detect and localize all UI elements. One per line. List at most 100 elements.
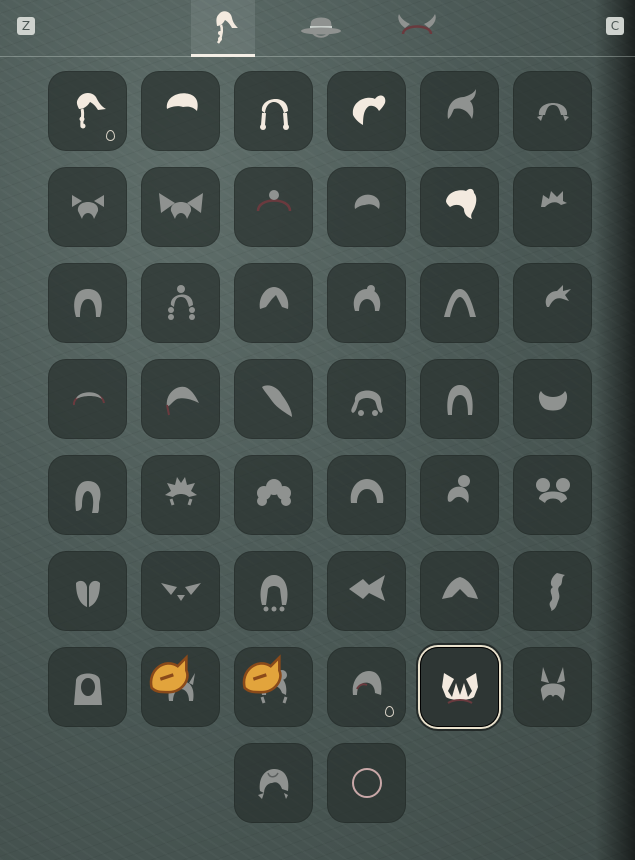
hairstyle-slot[interactable]: [141, 647, 220, 727]
hairstyle-slot[interactable]: [48, 167, 127, 247]
hairstyle-slot[interactable]: [513, 455, 592, 535]
hair-short-icon: [166, 93, 198, 111]
hairstyle-slot[interactable]: [327, 263, 406, 343]
hairstyle-slot[interactable]: [234, 71, 313, 151]
hairstyle-slot[interactable]: [513, 647, 592, 727]
hairstyle-grid: [48, 71, 592, 823]
tab-hat[interactable]: [289, 0, 353, 56]
hairstyle-slot[interactable]: [420, 455, 499, 535]
hairstyle-slot[interactable]: [327, 167, 406, 247]
hair-wild-icon: [545, 285, 571, 307]
next-tab-key-hint[interactable]: C: [606, 17, 624, 35]
hair-curly-icon: [350, 390, 383, 416]
hair-bob-parted-icon: [259, 287, 288, 309]
hairstyle-slot[interactable]: [234, 743, 313, 823]
hair-beard-icon: [538, 391, 567, 411]
hairstyle-slot[interactable]: [141, 71, 220, 151]
hair-twin-braids-icon: [259, 98, 289, 130]
hair-hijab-icon: [73, 673, 102, 705]
hair-ponytail-side-icon: [76, 93, 106, 129]
hair-bun-top-icon: [447, 475, 470, 503]
hair-cap-short-icon: [354, 194, 380, 209]
hairstyle-slot[interactable]: [48, 359, 127, 439]
hair-side-swept-icon: [447, 89, 476, 119]
hair-fluffy-icon: [256, 479, 291, 506]
hair-double-buns-icon: [535, 478, 570, 503]
hair-none-circle-icon: [351, 768, 382, 798]
hair-side-bang-icon: [165, 386, 199, 416]
hairstyle-slot[interactable]: [141, 455, 220, 535]
hat-tab-icon: [301, 17, 341, 38]
hair-split-icon: [75, 580, 100, 607]
hair-wavy-long-icon: [74, 481, 100, 513]
hair-spiky-icon: [540, 191, 567, 207]
hair-bunny-ears-icon: [540, 667, 565, 701]
hair-long-straight-icon: [443, 289, 476, 317]
hair-flame-icon: [164, 477, 197, 506]
hairstyle-slot[interactable]: [141, 167, 220, 247]
hair-round-icon: [350, 479, 383, 503]
hairstyle-slot[interactable]: [234, 551, 313, 631]
hairstyle-slot[interactable]: [141, 263, 220, 343]
hairstyle-slot[interactable]: [420, 359, 499, 439]
hairstyle-slot[interactable]: [513, 551, 592, 631]
hairstyle-slot[interactable]: [48, 647, 127, 727]
hair-wings-icon: [160, 583, 201, 601]
hair-bob-icon: [353, 285, 380, 311]
grid-spacer: [48, 743, 127, 823]
hair-braided-pigtails-icon: [167, 285, 195, 320]
hairstyle-slot[interactable]: [141, 359, 220, 439]
hairstyle-slot[interactable]: [48, 551, 127, 631]
hair-big-bows-icon: [158, 193, 203, 219]
hair-messy-icon: [257, 769, 288, 799]
tab-horns[interactable]: [385, 0, 449, 56]
hair-single-lock-icon: [261, 385, 292, 417]
hair-swoop-icon: [445, 188, 476, 219]
hairstyle-slot[interactable]: [513, 359, 592, 439]
hairstyle-slot[interactable]: [513, 167, 592, 247]
hairstyle-slot[interactable]: [420, 263, 499, 343]
event-badge-icon: [149, 654, 189, 694]
hairstyle-slot[interactable]: [420, 71, 499, 151]
hairstyle-slot[interactable]: [420, 167, 499, 247]
right-edge-shadow: [595, 0, 635, 860]
horns-tab-icon: [398, 14, 436, 35]
hairstyle-slot[interactable]: [327, 359, 406, 439]
hair-hood-icon: [441, 577, 478, 599]
hair-braid-icon: [549, 573, 565, 611]
hairstyle-slot[interactable]: [141, 551, 220, 631]
hairstyle-slot[interactable]: [513, 263, 592, 343]
hairstyle-slot[interactable]: [513, 71, 592, 151]
hairstyle-slot[interactable]: [327, 743, 406, 823]
hair-long-icon: [73, 289, 102, 317]
hairstyle-slot[interactable]: [234, 455, 313, 535]
prev-tab-key-hint[interactable]: Z: [17, 17, 35, 35]
hairstyle-slot[interactable]: [48, 263, 127, 343]
dye-drop-icon: [106, 130, 115, 141]
hair-thin-arc-icon: [72, 392, 105, 406]
hairstyle-slot[interactable]: [327, 71, 406, 151]
hairstyle-slot[interactable]: [234, 167, 313, 247]
hair-bows-icon: [71, 195, 104, 219]
hairstyle-slot[interactable]: [234, 263, 313, 343]
hairstyle-slot[interactable]: [327, 551, 406, 631]
hairstyle-slot[interactable]: [48, 455, 127, 535]
hairstyle-slot[interactable]: [420, 551, 499, 631]
grid-spacer: [141, 743, 220, 823]
hair-feather-icon: [441, 673, 478, 704]
hairstyle-slot[interactable]: [327, 647, 406, 727]
hairstyle-slot[interactable]: [234, 647, 313, 727]
tab-hair[interactable]: [191, 0, 255, 57]
hair-straight-shoulder-icon: [446, 385, 473, 415]
hairstyle-slot-selected[interactable]: [420, 647, 499, 727]
hairstyle-slot[interactable]: [234, 359, 313, 439]
hairstyle-slot[interactable]: [48, 71, 127, 151]
hair-high-ponytail-icon: [352, 95, 385, 125]
hairstyle-slot[interactable]: [327, 455, 406, 535]
hair-fish-icon: [348, 575, 385, 601]
hair-long-tails-icon: [260, 575, 287, 612]
hair-low-tails-icon: [536, 103, 569, 121]
dye-drop-icon: [385, 706, 394, 717]
hair-bun-hoop-icon: [256, 190, 291, 212]
category-tab-bar: Z C: [0, 0, 635, 57]
